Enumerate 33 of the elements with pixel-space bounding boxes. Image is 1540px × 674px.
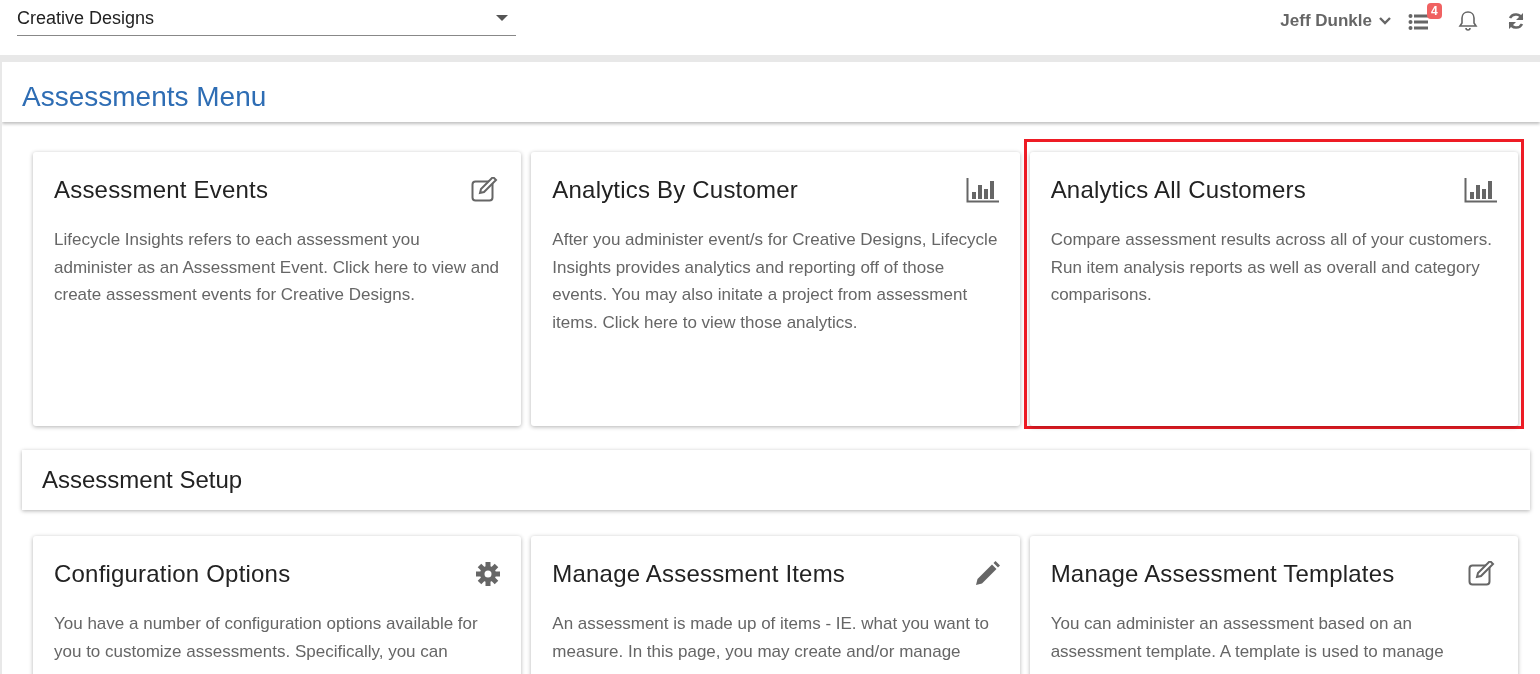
page-title: Assessments Menu bbox=[22, 80, 267, 113]
task-list-button[interactable] bbox=[1408, 12, 1430, 30]
menu-card[interactable]: Manage Assessment Templates You can administer an assessment based on an assessment template. A template is used to manage bbox=[1029, 536, 1518, 674]
card-description: An assessment is made up of items - IE. what you want to measure. In this page, you may create and/or manage bbox=[552, 613, 990, 663]
user-menu[interactable]: Jeff Dunkle bbox=[1280, 11, 1392, 31]
card-description: Compare assessment results across all of your customers. Run item analysis reports as well as overall and category comparisons. bbox=[1050, 229, 1493, 306]
menu-card[interactable]: Configuration Options You have a number of configuration options available for you to customize assessments. Specifically, you can bbox=[33, 536, 522, 674]
card-title: Manage Assessment Templates bbox=[1050, 560, 1395, 588]
section-title: Assessment Setup bbox=[42, 466, 243, 494]
bar-chart-icon bbox=[965, 177, 1000, 203]
refresh-icon[interactable] bbox=[1506, 11, 1526, 31]
notification-bell-icon[interactable] bbox=[1458, 10, 1478, 32]
card-title: Configuration Options bbox=[54, 560, 291, 588]
bar-chart-icon bbox=[1464, 177, 1498, 203]
card-description: You have a number of configuration options available for you to customize assessments. Specifically, you can bbox=[54, 613, 479, 663]
settings-icon bbox=[475, 561, 502, 587]
menu-card[interactable]: Assessment Events Lifecycle Insights refers to each assessment you administer as an Assessment Event. Click here to view and create assessment events for Creative Designs. bbox=[33, 152, 522, 426]
pencil-icon bbox=[973, 561, 1000, 587]
card-description: After you administer event/s for Creative Designs, Lifecycle Insights provides analytics and reporting off of those events. You may also initate a project from assessment items. Click here to view those analytics. bbox=[552, 229, 999, 334]
menu-card[interactable]: Manage Assessment Items An assessment is made up of items - IE. what you want to measure. In this page, you may create and/or manage bbox=[531, 536, 1020, 674]
card-title: Analytics All Customers bbox=[1050, 176, 1306, 204]
chevron-icon bbox=[1378, 16, 1392, 26]
caret-icon bbox=[496, 15, 508, 21]
menu-card[interactable]: Analytics All Customers Compare assessment results across all of your customers. Run item analysis reports as well as overall and category comparisons. bbox=[1029, 152, 1518, 426]
select-value: Creative Designs bbox=[17, 7, 155, 29]
menu-card[interactable] bbox=[531, 152, 1020, 426]
company-select[interactable]: Creative Designs bbox=[17, 1, 516, 36]
card-title: Analytics By Customer bbox=[552, 176, 798, 204]
card-description: You can administer an assessment based on an assessment template. A template is used to manage bbox=[1050, 613, 1445, 663]
card-title: Manage Assessment Items bbox=[552, 560, 846, 588]
card-description: Lifecycle Insights refers to each assessment you administer as an Assessment Event. Click here to view and create assessment events for Creative Designs. bbox=[54, 229, 501, 306]
card-title: Assessment Events bbox=[54, 176, 269, 204]
notification-count: 4 bbox=[1427, 3, 1442, 19]
